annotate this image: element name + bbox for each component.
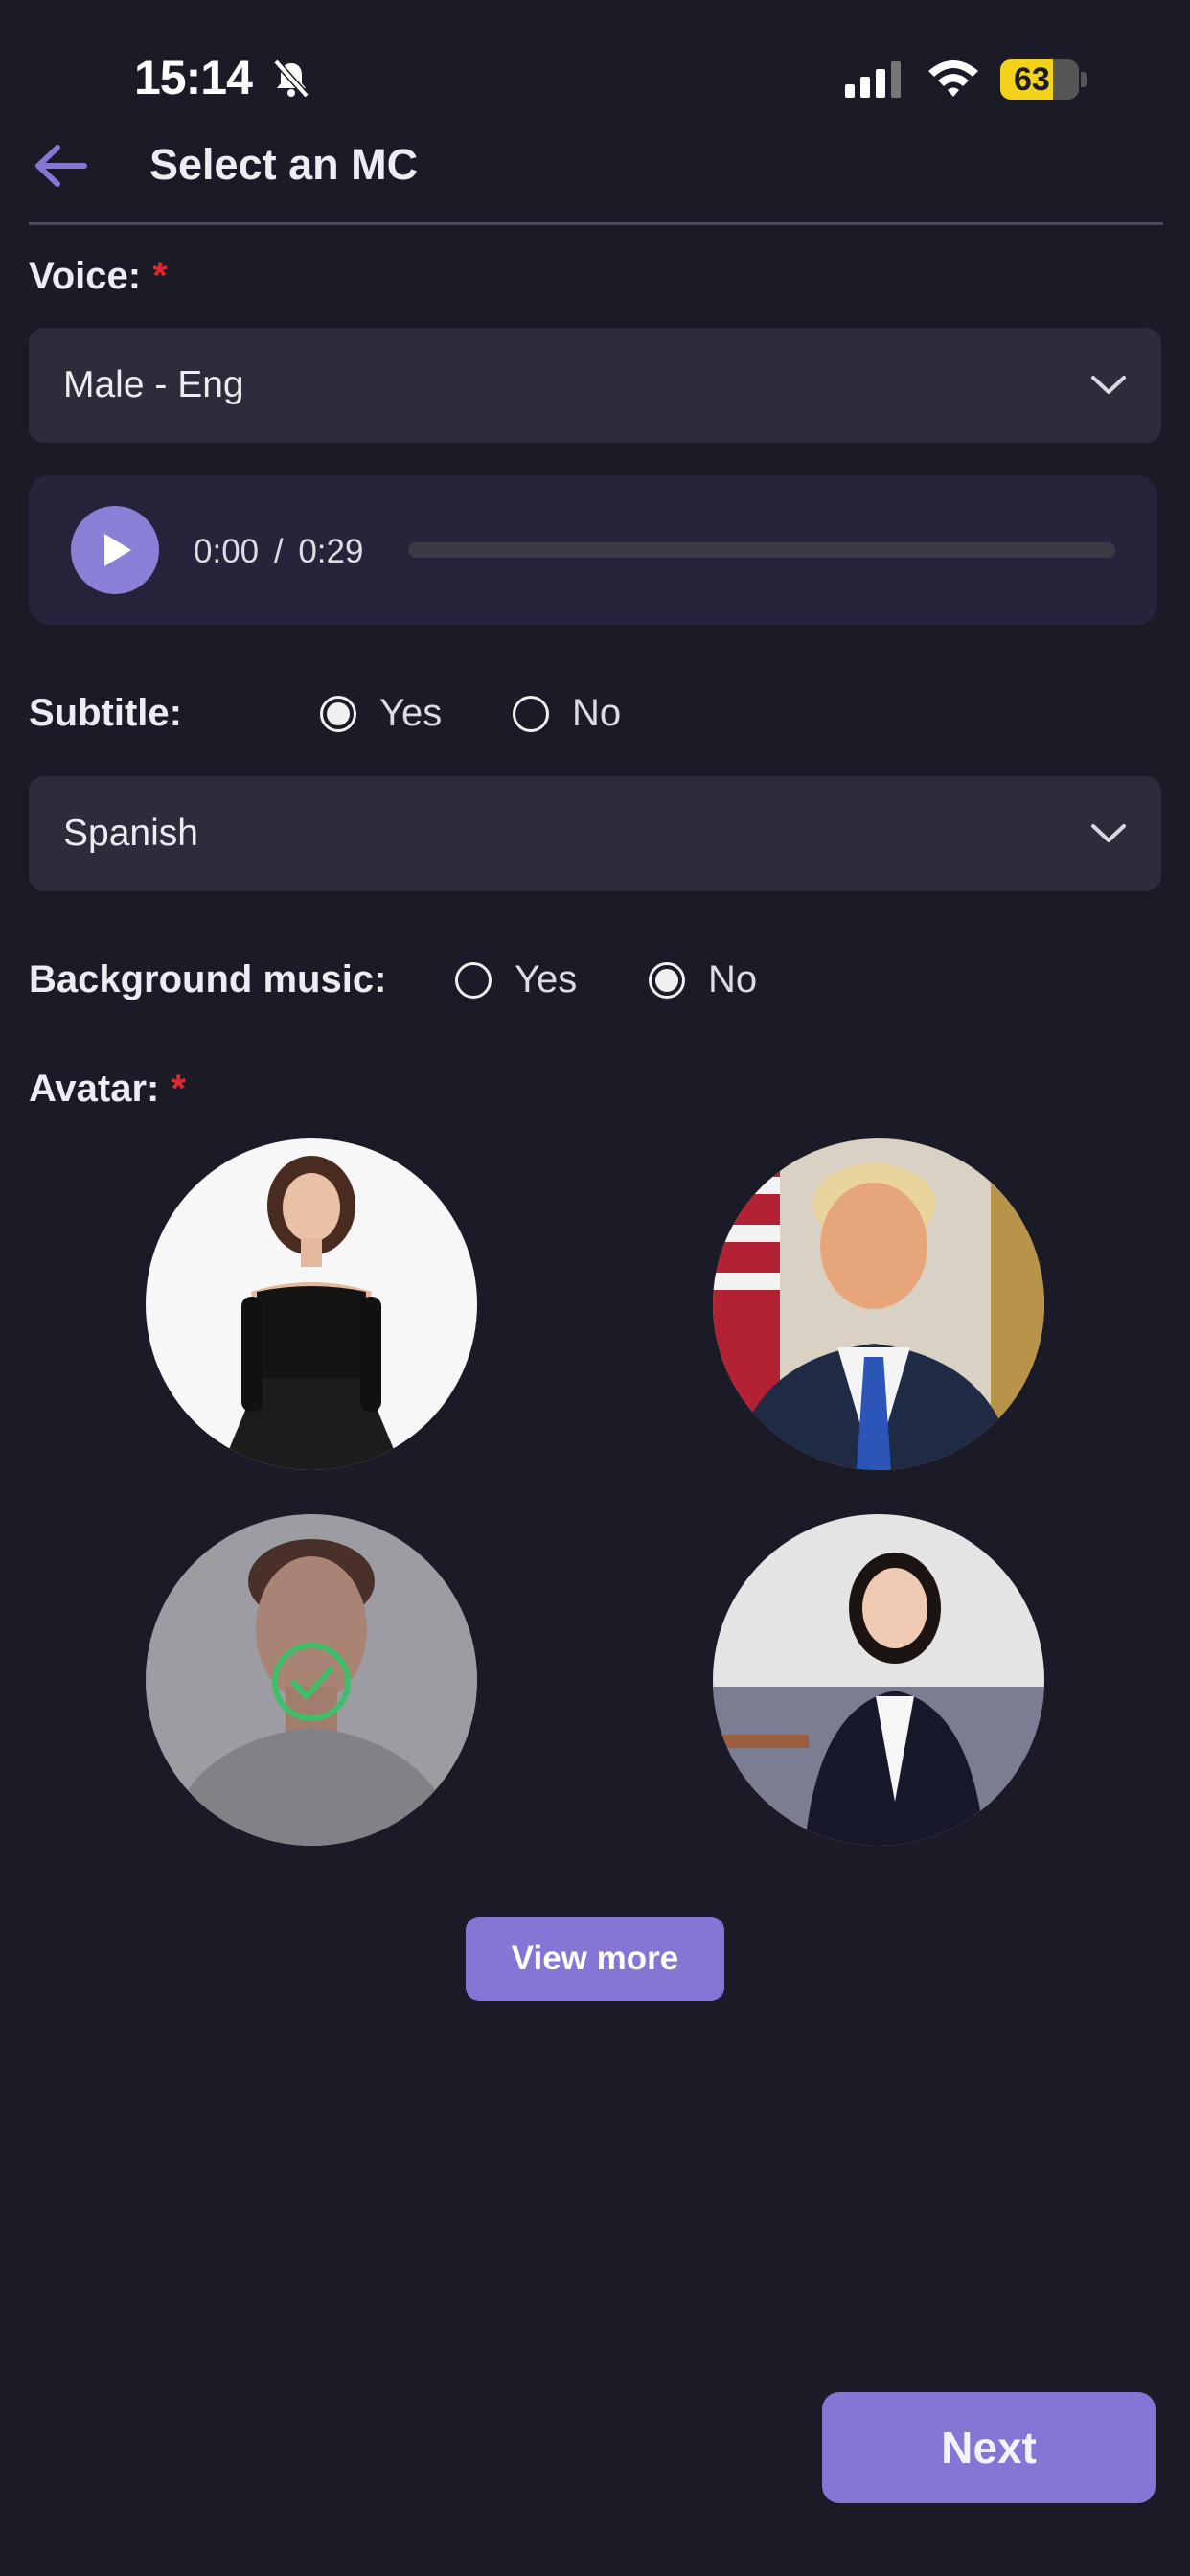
avatar-option-woman-black-dress[interactable]	[146, 1138, 477, 1470]
background-music-yes-radio[interactable]: Yes	[455, 958, 577, 1001]
avatar-option-man-grey-shirt[interactable]	[146, 1514, 477, 1846]
battery-icon: 63	[1000, 59, 1087, 100]
play-icon	[104, 534, 131, 566]
avatar-option-man-suit-flag[interactable]	[713, 1138, 1044, 1470]
avatar-label-text: Avatar:	[29, 1068, 160, 1110]
subtitle-yes-radio[interactable]: Yes	[320, 692, 442, 735]
required-asterisk: *	[152, 255, 168, 297]
radio-button-unchecked	[513, 695, 549, 732]
avatar-man-suit-image	[713, 1138, 1044, 1470]
subtitle-yes-label: Yes	[379, 692, 443, 734]
avatar-option-woman-business-suit[interactable]	[713, 1514, 1044, 1846]
subtitle-language-value: Spanish	[63, 813, 198, 854]
header-divider	[29, 222, 1163, 225]
avatar-woman-image	[146, 1138, 477, 1470]
background-music-no-radio[interactable]: No	[649, 958, 757, 1001]
playback-time: 0:00 / 0:29	[194, 533, 363, 571]
play-button[interactable]	[71, 506, 159, 594]
back-arrow-icon[interactable]	[33, 142, 88, 190]
bell-muted-icon	[273, 58, 309, 99]
background-music-no-label: No	[708, 958, 758, 1000]
duration: 0:29	[298, 533, 364, 570]
radio-button-checked	[649, 961, 685, 999]
avatar-label: Avatar: *	[29, 1068, 186, 1111]
chevron-down-icon	[1091, 376, 1126, 394]
chevron-down-icon	[1091, 824, 1126, 842]
view-more-button[interactable]: View more	[466, 1917, 724, 2001]
cellular-signal-icon	[845, 61, 901, 98]
check-icon	[272, 1643, 351, 1721]
voice-select-value: Male - Eng	[63, 364, 244, 405]
subtitle-no-label: No	[572, 692, 622, 734]
page-title: Select an MC	[149, 140, 419, 189]
playback-progress-bar[interactable]	[408, 542, 1115, 558]
voice-label: Voice: *	[29, 255, 168, 298]
time-separator: /	[273, 533, 284, 570]
radio-button-unchecked	[455, 961, 492, 999]
voice-label-text: Voice:	[29, 255, 142, 297]
background-music-yes-label: Yes	[515, 958, 578, 1000]
battery-level: 63	[1014, 61, 1050, 98]
subtitle-language-select[interactable]: Spanish	[29, 776, 1161, 891]
avatar-woman-suit-image	[713, 1514, 1044, 1846]
next-button[interactable]: Next	[822, 2392, 1156, 2503]
background-music-label: Background music:	[29, 958, 387, 1000]
required-asterisk: *	[171, 1068, 186, 1110]
voice-select[interactable]: Male - Eng	[29, 328, 1161, 443]
wifi-icon	[928, 60, 978, 97]
status-time: 15:14	[134, 51, 253, 104]
radio-button-checked	[320, 695, 356, 732]
current-time: 0:00	[194, 533, 260, 570]
subtitle-label: Subtitle:	[29, 692, 182, 734]
subtitle-no-radio[interactable]: No	[513, 692, 621, 735]
